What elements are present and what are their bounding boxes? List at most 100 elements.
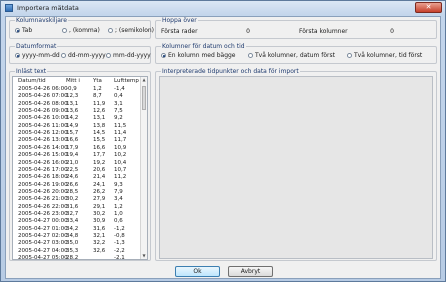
table-row: 2005-04-27 00:00 33,4 30,9 0,6 xyxy=(15,218,147,225)
table-row: 2005-04-26 09:00 13,6 12,6 7,5 xyxy=(15,108,147,115)
radio-date-dd-mm-yyyy[interactable]: dd-mm-yyyy xyxy=(61,52,106,59)
cell-mitt-i: 35,0 xyxy=(66,240,79,247)
radio-separator-tab[interactable]: Tab xyxy=(15,27,32,34)
cell-datum-tid: 2005-04-26 12:00 xyxy=(18,130,68,137)
table-row: 2005-04-26 18:00 24,6 21,4 11,2 xyxy=(15,174,147,181)
table-row: 2005-04-26 16:00 21,0 19,2 10,4 xyxy=(15,160,147,167)
scroll-up-arrow-icon[interactable]: ▲ xyxy=(141,77,147,83)
header-lufttemp: Lufttemp xyxy=(114,78,139,84)
column-separator-group: Kolumnavskiljare Tab , (komma) ; (semiko… xyxy=(9,17,154,39)
cell-lufttemp: 9,3 xyxy=(114,181,123,188)
interpreted-data-area[interactable] xyxy=(159,76,433,259)
cell-yta: 24,1 xyxy=(93,181,106,188)
cell-lufttemp: 9,2 xyxy=(114,115,123,122)
cell-lufttemp: 0,6 xyxy=(114,218,123,225)
cancel-button[interactable]: Avbryt xyxy=(228,266,273,277)
radio-separator-comma[interactable]: , (komma) xyxy=(62,27,100,34)
cell-lufttemp: 10,2 xyxy=(114,152,127,159)
cell-yta: 20,6 xyxy=(93,166,106,173)
cell-mitt-i: 35,3 xyxy=(66,247,79,254)
cell-yta: 15,5 xyxy=(93,137,106,144)
radio-separator-tab-label: Tab xyxy=(22,27,33,34)
cell-datum-tid: 2005-04-26 09:00 xyxy=(18,108,68,115)
cell-mitt-i: 21,0 xyxy=(66,159,79,166)
radio-two-columns-date-first[interactable]: Två kolumner, datum först xyxy=(248,52,335,59)
scrollbar-thumb[interactable] xyxy=(142,86,146,110)
cell-datum-tid: 2005-04-26 21:00 xyxy=(18,196,68,203)
radio-selected-icon xyxy=(15,53,20,58)
cell-lufttemp: 1,2 xyxy=(114,203,123,210)
skip-cols-field[interactable]: 0 xyxy=(384,28,394,35)
scroll-down-arrow-icon[interactable]: ▼ xyxy=(141,253,147,259)
cell-mitt-i: 34,8 xyxy=(66,233,79,239)
cell-datum-tid: 2005-04-26 14:00 xyxy=(18,144,68,151)
radio-one-column-label: En kolumn med bägge xyxy=(168,52,236,59)
cell-datum-tid: 2005-04-26 22:00 xyxy=(18,203,68,210)
read-text-label: Inläst text xyxy=(15,68,48,75)
ok-button[interactable]: Ok xyxy=(175,266,220,277)
date-time-columns-group: Kolumner för datum och tid En kolumn med… xyxy=(155,43,437,64)
radio-date-mm-dd-yyyy[interactable]: mm-dd-yyyy xyxy=(106,52,151,59)
radio-separator-comma-label: , (komma) xyxy=(69,27,100,34)
cell-datum-tid: 2005-04-27 03:00 xyxy=(18,240,68,247)
cell-yta: 13,1 xyxy=(93,115,106,122)
cell-lufttemp: 10,4 xyxy=(114,159,127,166)
cell-datum-tid: 2005-04-26 23:00 xyxy=(18,210,68,217)
cell-lufttemp: 10,9 xyxy=(114,144,127,151)
radio-two-columns-time-first[interactable]: Två kolumner, tid först xyxy=(347,52,422,59)
cell-datum-tid: 2005-04-27 04:00 xyxy=(18,247,68,254)
cell-datum-tid: 2005-04-26 10:00 xyxy=(18,115,68,122)
cell-datum-tid: 2005-04-26 19:00 xyxy=(18,181,68,188)
cell-datum-tid: 2005-04-27 05:00 xyxy=(18,255,68,260)
radio-separator-semicolon-label: ; (semikolon) xyxy=(115,27,155,34)
cell-yta: 31,6 xyxy=(93,225,106,232)
cell-lufttemp: -0,8 xyxy=(114,233,125,239)
cell-yta: 12,6 xyxy=(93,108,106,115)
radio-unselected-icon xyxy=(248,53,253,58)
radio-one-column[interactable]: En kolumn med bägge xyxy=(161,52,236,59)
radio-separator-semicolon[interactable]: ; (semikolon) xyxy=(108,27,154,34)
column-separator-label: Kolumnavskiljare xyxy=(15,17,68,24)
table-row: 2005-04-27 02:00 34,8 32,1 -0,8 xyxy=(15,233,147,240)
date-format-label: Datumformat xyxy=(15,43,58,50)
header-datum-tid: Datum/tid xyxy=(18,78,46,84)
table-row: 2005-04-26 07:00 12,3 8,7 0,4 xyxy=(15,93,147,100)
radio-date-dd-mm-yyyy-label: dd-mm-yyyy xyxy=(68,52,106,59)
skip-cols-label: Första kolumner xyxy=(299,28,348,35)
table-row: 2005-04-27 01:00 34,2 31,6 -1,2 xyxy=(15,226,147,233)
cell-datum-tid: 2005-04-26 06:00 xyxy=(18,86,68,92)
cell-yta: 30,9 xyxy=(93,218,106,225)
cell-yta: 11,9 xyxy=(93,100,106,107)
skip-rows-field[interactable]: 0 xyxy=(240,28,250,35)
radio-date-yyyy-mm-dd-label: yyyy-mm-dd xyxy=(22,52,60,59)
cell-lufttemp: -1,4 xyxy=(114,86,125,92)
read-text-group: Inläst text Datum/tid Mitt i Yta Lufttem… xyxy=(9,68,151,261)
table-row: 2005-04-26 19:00 26,6 24,1 9,3 xyxy=(15,182,147,189)
cell-datum-tid: 2005-04-26 08:00 xyxy=(18,100,68,107)
radio-date-yyyy-mm-dd[interactable]: yyyy-mm-dd xyxy=(15,52,60,59)
cell-yta: 14,5 xyxy=(93,130,106,137)
read-text-box[interactable]: Datum/tid Mitt i Yta Lufttemp 2005-04-26… xyxy=(12,76,148,260)
cell-lufttemp: -1,3 xyxy=(114,240,125,247)
cell-mitt-i: 24,6 xyxy=(66,174,79,181)
table-row: 2005-04-26 11:00 14,9 13,8 11,5 xyxy=(15,123,147,130)
read-text-scrollbar[interactable]: ▲ ▼ xyxy=(140,77,147,259)
cell-datum-tid: 2005-04-26 18:00 xyxy=(18,174,68,181)
cell-lufttemp: 10,7 xyxy=(114,166,127,173)
window-title: Importera mätdata xyxy=(17,4,79,12)
cell-yta: 30,2 xyxy=(93,210,106,217)
table-row: 2005-04-26 14:00 17,9 16,6 10,9 xyxy=(15,145,147,152)
header-mitt-i: Mitt i xyxy=(66,78,80,84)
cell-mitt-i: 13,1 xyxy=(66,100,79,107)
cell-lufttemp: 11,5 xyxy=(114,122,127,129)
cell-mitt-i: 17,9 xyxy=(66,144,79,151)
import-dialog: Importera mätdata ✕ Kolumnavskiljare Tab… xyxy=(0,0,446,282)
close-button[interactable]: ✕ xyxy=(415,2,442,13)
cell-mitt-i: 28,5 xyxy=(66,188,79,195)
cell-lufttemp: -2,1 xyxy=(114,255,125,260)
cell-yta: 32,6 xyxy=(93,247,106,254)
table-row: 2005-04-26 10:00 14,2 13,1 9,2 xyxy=(15,115,147,122)
cell-yta: 19,2 xyxy=(93,159,106,166)
cell-datum-tid: 2005-04-26 16:00 xyxy=(18,159,68,166)
cell-yta: 21,4 xyxy=(93,174,106,181)
